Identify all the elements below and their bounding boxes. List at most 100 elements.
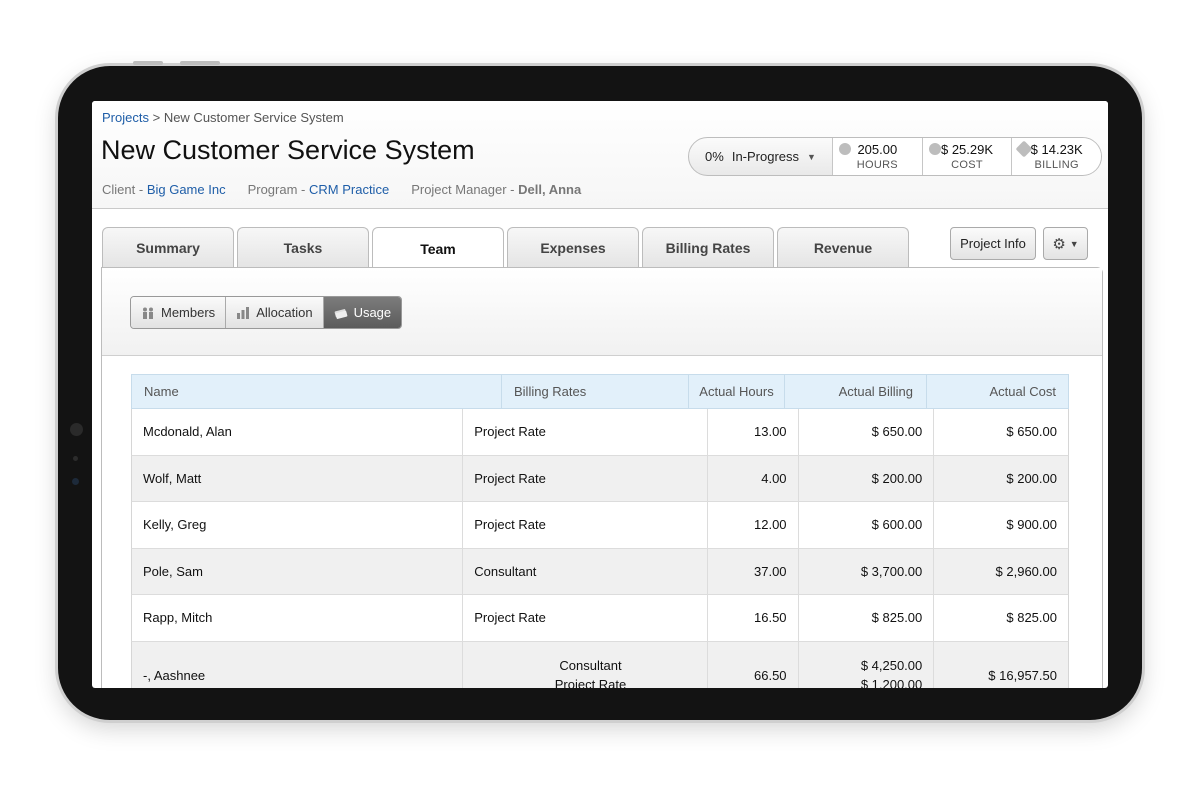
table-row[interactable]: Kelly, Greg Project Rate 12.00 $ 600.00 …	[131, 502, 1069, 549]
cell-billing-rate: Project Rate	[463, 455, 708, 501]
cell-name: Kelly, Greg	[132, 502, 464, 548]
col-header-actual-cost[interactable]: Actual Cost	[927, 375, 1068, 408]
cell-billing-rate: Project Rate	[463, 502, 708, 548]
cell-cost: $ 825.00	[1006, 610, 1057, 626]
tab-expenses[interactable]: Expenses	[507, 227, 639, 268]
subtab-members-label: Members	[161, 305, 216, 320]
cell-hours: 12.00	[708, 502, 799, 548]
cell-name: Mcdonald, Alan	[132, 409, 464, 455]
cell-name: Pole, Sam	[132, 548, 464, 594]
camera-icon	[70, 423, 83, 436]
tab-tasks[interactable]: Tasks	[237, 227, 369, 268]
sensor-dot	[72, 478, 79, 485]
cell-name: -, Aashnee	[132, 641, 464, 688]
client-link[interactable]: Big Game Inc	[147, 182, 226, 197]
program-link[interactable]: CRM Practice	[309, 182, 389, 197]
billing-label: BILLING	[1034, 159, 1079, 171]
usage-table-body: Mcdonald, Alan Project Rate 13.00 $ 650.…	[131, 409, 1069, 688]
cell-billing: $ 600.00	[799, 502, 935, 548]
cost-label: COST	[951, 159, 983, 171]
subtab-members[interactable]: Members	[131, 297, 227, 328]
cell-cost: $ 16,957.50	[988, 667, 1057, 683]
cell-cost: $ 2,960.00	[995, 563, 1057, 579]
tab-summary[interactable]: Summary	[102, 227, 234, 268]
client-label: Client -	[102, 182, 144, 197]
cell-hours: 16.50	[708, 595, 799, 641]
pm-label: Project Manager -	[411, 182, 515, 197]
cell-billing-rate: Project Rate	[463, 595, 708, 641]
subtab-usage[interactable]: Usage	[323, 297, 402, 328]
col-header-name[interactable]: Name	[132, 375, 502, 408]
hours-label: HOURS	[856, 159, 898, 171]
project-header: Projects > New Customer Service System N…	[92, 101, 1108, 209]
power-button	[180, 61, 220, 65]
cell-billing: $ 4,250.00 $ 1,200.00	[799, 641, 935, 688]
cell-billing: $ 825.00	[799, 595, 935, 641]
breadcrumb-separator: >	[152, 110, 161, 125]
subtab-usage-label: Usage	[353, 305, 392, 320]
subtab-bar: Members Allocation Usage	[102, 268, 1102, 356]
people-icon	[143, 307, 153, 319]
cell-cost: $ 650.00	[1006, 424, 1057, 440]
cell-billing: $ 3,700.00	[799, 548, 935, 594]
program-info: Program - CRM Practice	[248, 182, 390, 197]
status-dropdown[interactable]: 0% In-Progress ▼	[689, 138, 833, 175]
settings-button[interactable]: ⚙ ▼	[1043, 227, 1088, 260]
breadcrumb-current: New Customer Service System	[163, 110, 344, 125]
cell-name: Wolf, Matt	[132, 455, 464, 501]
volume-button	[133, 61, 163, 65]
sensor-dot	[73, 456, 78, 461]
gear-icon: ⚙	[1052, 235, 1066, 253]
subtab-allocation-label: Allocation	[256, 305, 313, 320]
cell-hours: 4.00	[708, 455, 799, 501]
cost-value: $ 25.29K	[940, 142, 994, 157]
status-label: In-Progress	[731, 149, 800, 164]
cell-cost: $ 900.00	[1006, 517, 1057, 533]
col-header-actual-billing[interactable]: Actual Billing	[785, 375, 927, 408]
pm-name: Dell, Anna	[518, 182, 582, 197]
breadcrumb: Projects > New Customer Service System	[102, 110, 344, 125]
tab-team[interactable]: Team	[372, 227, 504, 269]
table-row[interactable]: Pole, Sam Consultant 37.00 $ 3,700.00 $ …	[131, 548, 1069, 595]
view-toggle-group: Members Allocation Usage	[130, 296, 403, 329]
billing-line: $ 1,200.00	[860, 677, 923, 688]
money-stack-icon	[334, 308, 347, 319]
hours-value: 205.00	[857, 142, 898, 157]
billing-value: $ 14.23K	[1030, 142, 1083, 157]
billing-rate-line: Project Rate	[554, 677, 627, 688]
cell-billing-rate: Consultant	[463, 548, 708, 594]
cell-billing: $ 650.00	[799, 409, 935, 455]
team-panel: Members Allocation Usage Name Billing Ra…	[101, 267, 1103, 688]
bar-chart-icon	[237, 306, 250, 319]
project-meta: Client - Big Game Inc Program - CRM Prac…	[102, 182, 581, 197]
chevron-down-icon: ▼	[807, 151, 816, 162]
col-header-billing-rates[interactable]: Billing Rates	[502, 375, 689, 408]
tab-billing-rates[interactable]: Billing Rates	[642, 227, 774, 268]
money-bag-icon	[928, 143, 941, 155]
subtab-allocation[interactable]: Allocation	[226, 297, 324, 328]
cell-billing-rate: Consultant Project Rate	[463, 641, 708, 688]
cell-billing: $ 200.00	[799, 455, 935, 501]
usage-table-header: Name Billing Rates Actual Hours Actual B…	[131, 374, 1069, 409]
billing-line: $ 4,250.00	[860, 658, 923, 673]
hours-stat: 205.00 HOURS	[833, 138, 923, 175]
table-row[interactable]: Mcdonald, Alan Project Rate 13.00 $ 650.…	[131, 409, 1069, 456]
cell-hours: 13.00	[708, 409, 799, 455]
tab-revenue[interactable]: Revenue	[777, 227, 909, 268]
billing-rate-line: Consultant	[559, 658, 622, 673]
breadcrumb-projects-link[interactable]: Projects	[102, 110, 149, 125]
program-label: Program -	[247, 182, 306, 197]
project-info-button[interactable]: Project Info	[950, 227, 1036, 260]
table-row[interactable]: Rapp, Mitch Project Rate 16.50 $ 825.00 …	[131, 595, 1069, 642]
cell-billing-rate: Project Rate	[463, 409, 708, 455]
table-row[interactable]: Wolf, Matt Project Rate 4.00 $ 200.00 $ …	[131, 455, 1069, 502]
app-screen: Projects > New Customer Service System N…	[92, 101, 1108, 688]
cell-cost: $ 200.00	[1006, 470, 1057, 486]
progress-percent: 0%	[705, 149, 724, 164]
cost-stat: $ 25.29K COST	[922, 138, 1013, 175]
col-header-actual-hours[interactable]: Actual Hours	[689, 375, 785, 408]
billing-stat: $ 14.23K BILLING	[1012, 138, 1101, 175]
table-row[interactable]: -, Aashnee Consultant Project Rate 66.50…	[131, 641, 1069, 688]
chevron-down-icon: ▼	[1069, 238, 1079, 249]
client-info: Client - Big Game Inc	[102, 182, 226, 197]
